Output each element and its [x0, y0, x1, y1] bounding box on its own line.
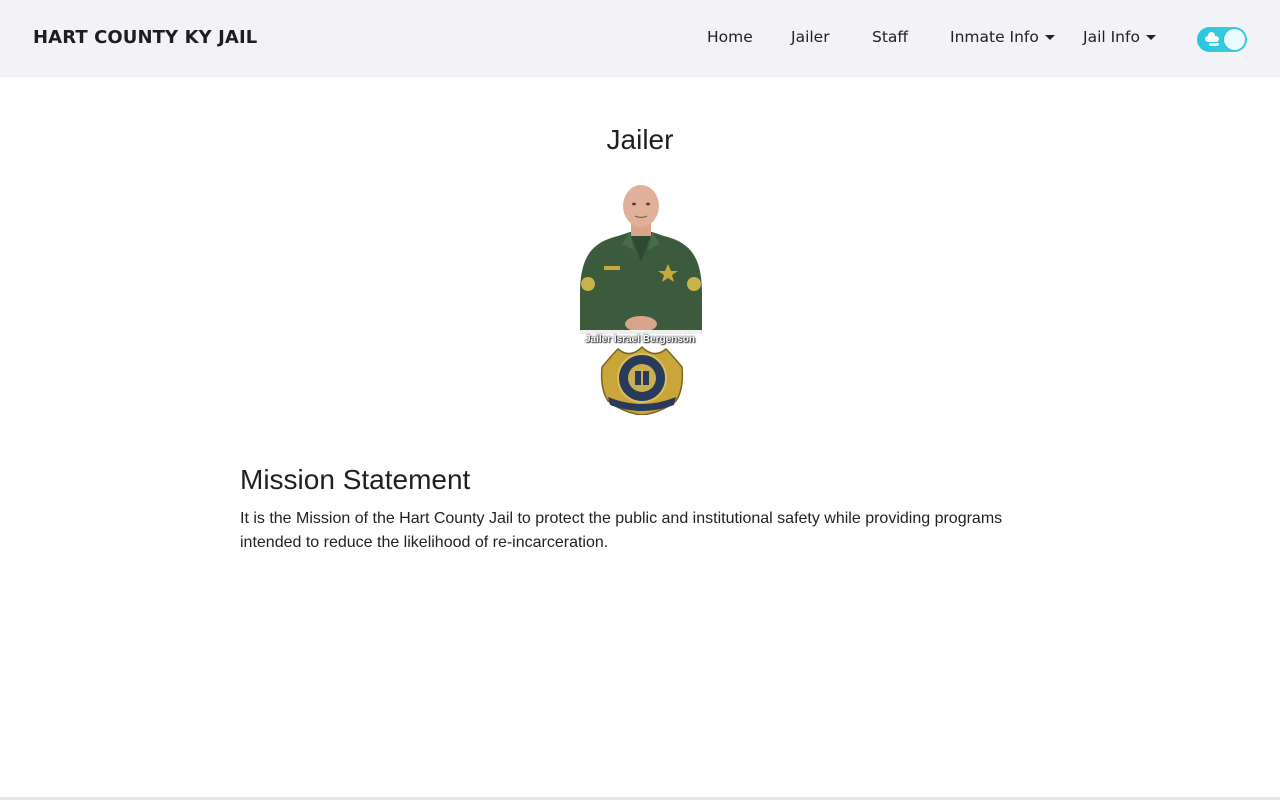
- nav-jail-info-label: Jail Info: [1083, 28, 1140, 46]
- nav-inmate-info-dropdown[interactable]: Inmate Info: [950, 28, 1055, 46]
- nav-staff[interactable]: Staff: [872, 28, 908, 46]
- theme-toggle[interactable]: [1197, 27, 1247, 52]
- nav-jailer[interactable]: Jailer: [791, 28, 830, 46]
- mission-text: It is the Mission of the Hart County Jai…: [240, 510, 1003, 551]
- nav-inmate-info-label: Inmate Info: [950, 28, 1039, 46]
- hart-county-jail-seal: [600, 345, 684, 415]
- cloud-icon: [1209, 43, 1219, 46]
- jailer-photo: [574, 185, 708, 348]
- caret-down-icon: [1145, 34, 1156, 40]
- cloud-icon: [1205, 32, 1219, 42]
- page-title: Jailer: [606, 124, 674, 155]
- navbar: HART COUNTY KY JAIL Home Jailer Staff In…: [0, 0, 1280, 75]
- nav-menu: Home Jailer Staff Inmate Info Jail Info: [0, 0, 1280, 75]
- mission-heading: Mission Statement: [240, 464, 471, 495]
- nav-home[interactable]: Home: [707, 28, 753, 46]
- photo-caption: Jailer Israel Bergenson: [584, 334, 696, 345]
- caret-down-icon: [1044, 34, 1055, 40]
- nav-jail-info-dropdown[interactable]: Jail Info: [1083, 28, 1156, 46]
- toggle-knob: [1224, 29, 1245, 50]
